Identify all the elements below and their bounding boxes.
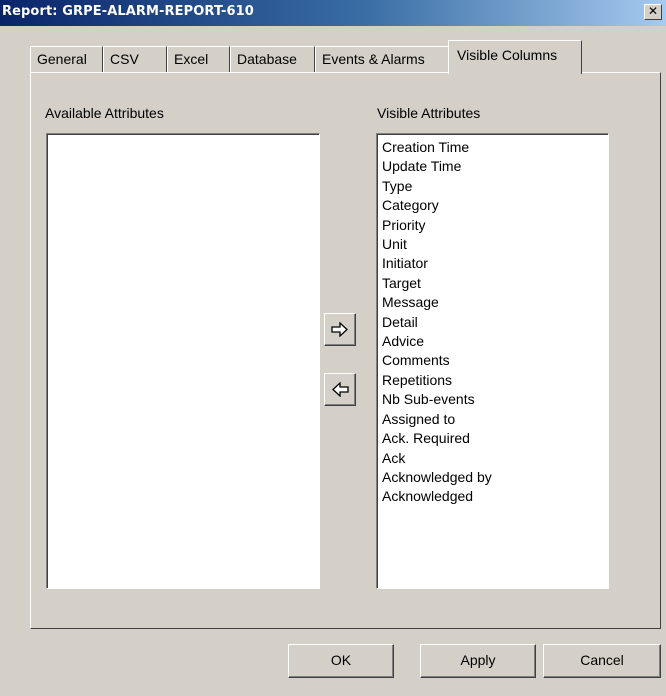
list-item[interactable]: Detail: [382, 313, 608, 332]
available-attributes-items: [47, 134, 319, 138]
list-item[interactable]: Advice: [382, 332, 608, 351]
remove-attribute-button[interactable]: [324, 373, 356, 406]
ok-button[interactable]: OK: [288, 644, 394, 678]
tab-events-alarms[interactable]: Events & Alarms: [315, 46, 450, 72]
list-item[interactable]: Assigned to: [382, 410, 608, 429]
arrow-right-icon: [331, 322, 348, 337]
list-item[interactable]: Category: [382, 196, 608, 215]
close-button[interactable]: ✕: [644, 4, 662, 20]
list-item[interactable]: Nb Sub-events: [382, 390, 608, 409]
tab-excel[interactable]: Excel: [167, 46, 230, 72]
list-item[interactable]: Creation Time: [382, 138, 608, 157]
visible-attributes-label: Visible Attributes: [377, 105, 481, 121]
apply-button[interactable]: Apply: [420, 644, 536, 678]
list-item[interactable]: Acknowledged: [382, 487, 608, 506]
visible-attributes-items: Creation Time Update Time Type Category Prio…: [377, 134, 608, 507]
visible-attributes-list[interactable]: Creation Time Update Time Type Category Prio…: [376, 133, 609, 589]
cancel-button[interactable]: Cancel: [543, 644, 661, 678]
list-item[interactable]: Message: [382, 293, 608, 312]
available-attributes-list[interactable]: [46, 133, 320, 589]
title-bar[interactable]: Report: GRPE-ALARM-REPORT-610 ✕: [0, 0, 666, 26]
tab-visible-columns[interactable]: Visible Columns: [448, 40, 582, 74]
list-item[interactable]: Type: [382, 177, 608, 196]
close-icon: ✕: [647, 4, 659, 18]
list-item[interactable]: Ack. Required: [382, 429, 608, 448]
tab-database[interactable]: Database: [230, 46, 315, 72]
visible-columns-panel: Available Attributes Visible Attributes …: [30, 72, 661, 629]
list-item[interactable]: Ack: [382, 449, 608, 468]
add-attribute-button[interactable]: [324, 313, 356, 346]
tab-general[interactable]: General: [30, 46, 103, 72]
tab-csv[interactable]: CSV: [103, 46, 167, 72]
list-item[interactable]: Unit: [382, 235, 608, 254]
available-attributes-label: Available Attributes: [45, 105, 164, 121]
list-item[interactable]: Repetitions: [382, 371, 608, 390]
list-item[interactable]: Comments: [382, 351, 608, 370]
list-item[interactable]: Priority: [382, 216, 608, 235]
arrow-left-icon: [332, 382, 349, 397]
list-item[interactable]: Acknowledged by: [382, 468, 608, 487]
window-title: Report: GRPE-ALARM-REPORT-610: [2, 4, 254, 19]
report-dialog: Report: GRPE-ALARM-REPORT-610 ✕ General …: [0, 0, 666, 696]
list-item[interactable]: Target: [382, 274, 608, 293]
list-item[interactable]: Update Time: [382, 157, 608, 176]
list-item[interactable]: Initiator: [382, 254, 608, 273]
